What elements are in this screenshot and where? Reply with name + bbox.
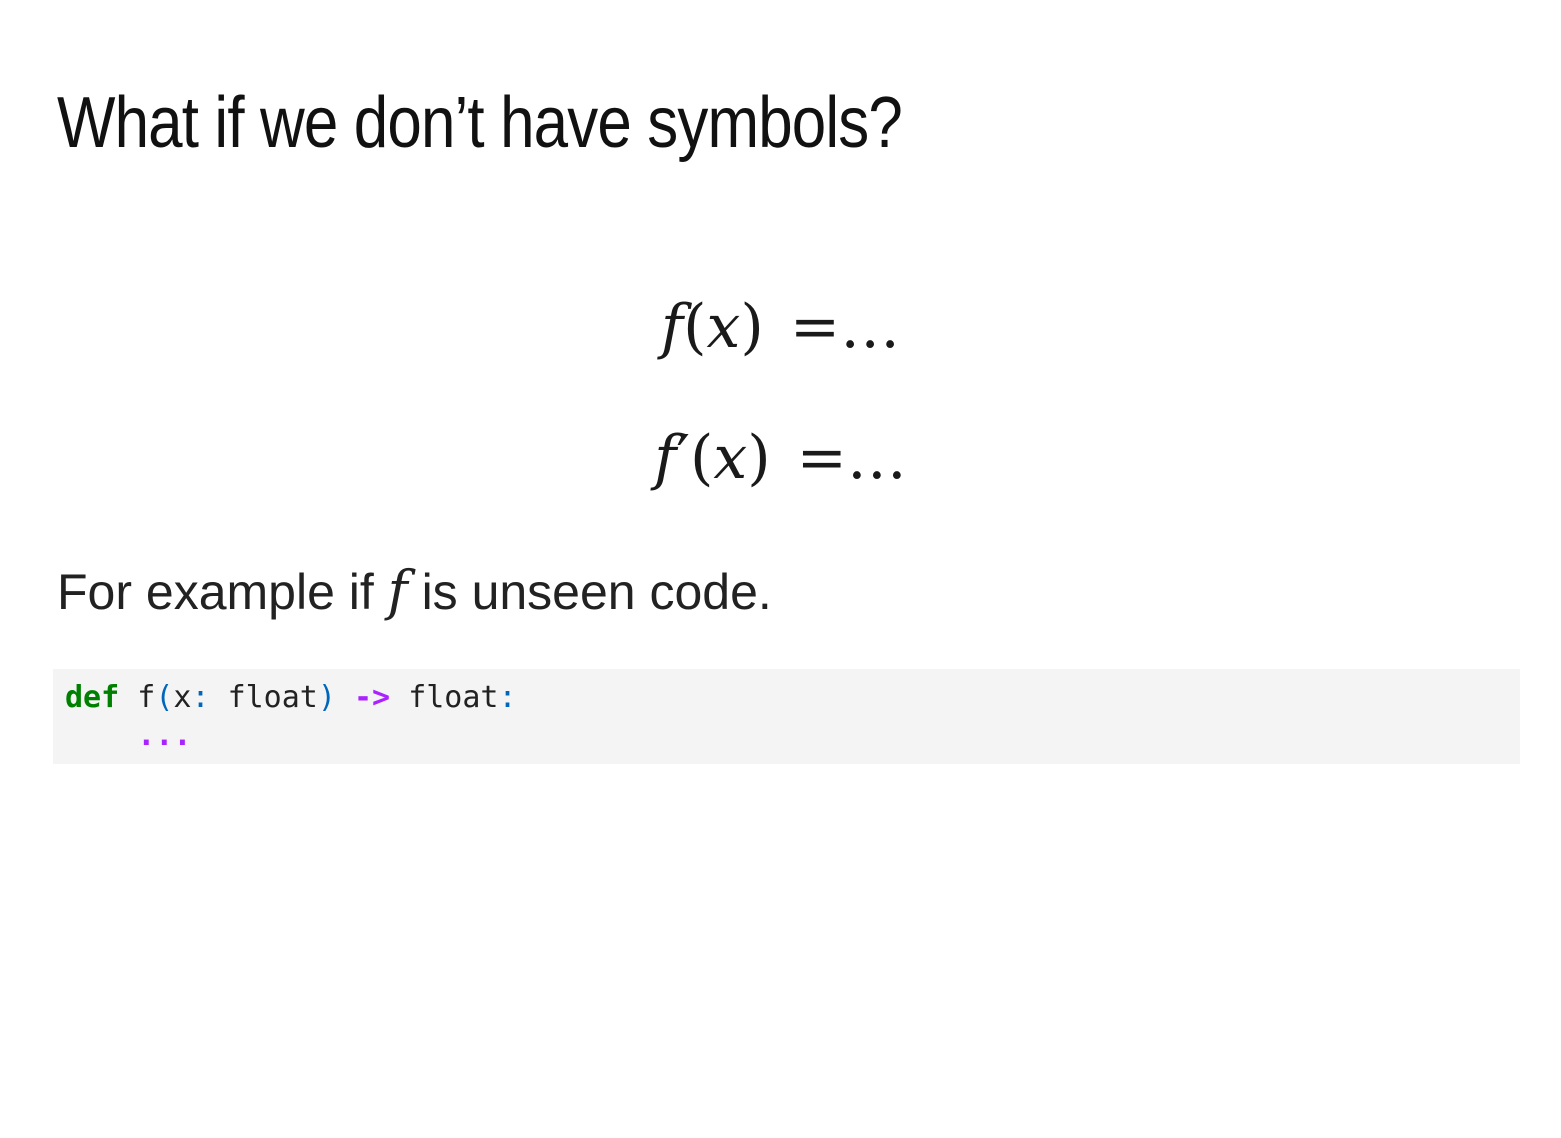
- body-paragraph: For example if f is unseen code.: [57, 560, 772, 623]
- slide-title: What if we don’t have symbols?: [57, 83, 903, 163]
- equation-open-paren: (: [689, 423, 714, 493]
- code-open-paren: (: [155, 680, 174, 715]
- code-param-colon: :: [191, 680, 210, 715]
- inline-math-f: f: [387, 559, 408, 622]
- code-param-name: x: [173, 680, 192, 715]
- equation-variable: x: [706, 292, 741, 362]
- code-line-2: ...: [65, 717, 1508, 755]
- equation-f-prime: f′(x) =…: [0, 423, 1561, 493]
- equation-prime: ′: [676, 423, 690, 493]
- equation-f: f(x) =…: [0, 292, 1561, 362]
- code-ellipsis: ...: [137, 718, 192, 753]
- code-block: def f(x: float) -> float: ...: [53, 669, 1520, 764]
- equation-close-paren: ): [740, 292, 764, 362]
- code-function-name: f: [137, 680, 156, 715]
- equation-rhs: …: [840, 292, 901, 362]
- equation-rhs: …: [846, 423, 907, 493]
- equation-equals: =: [789, 292, 841, 362]
- code-def-colon: :: [498, 680, 517, 715]
- paragraph-text-before: For example if: [57, 564, 388, 620]
- code-return-arrow: ->: [354, 680, 391, 715]
- equation-open-paren: (: [683, 292, 707, 362]
- code-line-1: def f(x: float) -> float:: [65, 679, 1508, 717]
- equation-close-paren: ): [747, 423, 771, 493]
- paragraph-text-after: is unseen code.: [407, 564, 772, 620]
- code-return-type: float: [408, 680, 499, 715]
- code-keyword-def: def: [65, 680, 120, 715]
- equation-equals: =: [796, 423, 847, 493]
- equation-function-name: f: [654, 423, 677, 493]
- code-param-type: float: [227, 680, 318, 715]
- equation-variable: x: [713, 423, 748, 493]
- slide: What if we don’t have symbols? f(x) =… f′…: [0, 0, 1561, 1138]
- equation-function-name: f: [660, 292, 684, 362]
- code-close-paren: ): [317, 680, 336, 715]
